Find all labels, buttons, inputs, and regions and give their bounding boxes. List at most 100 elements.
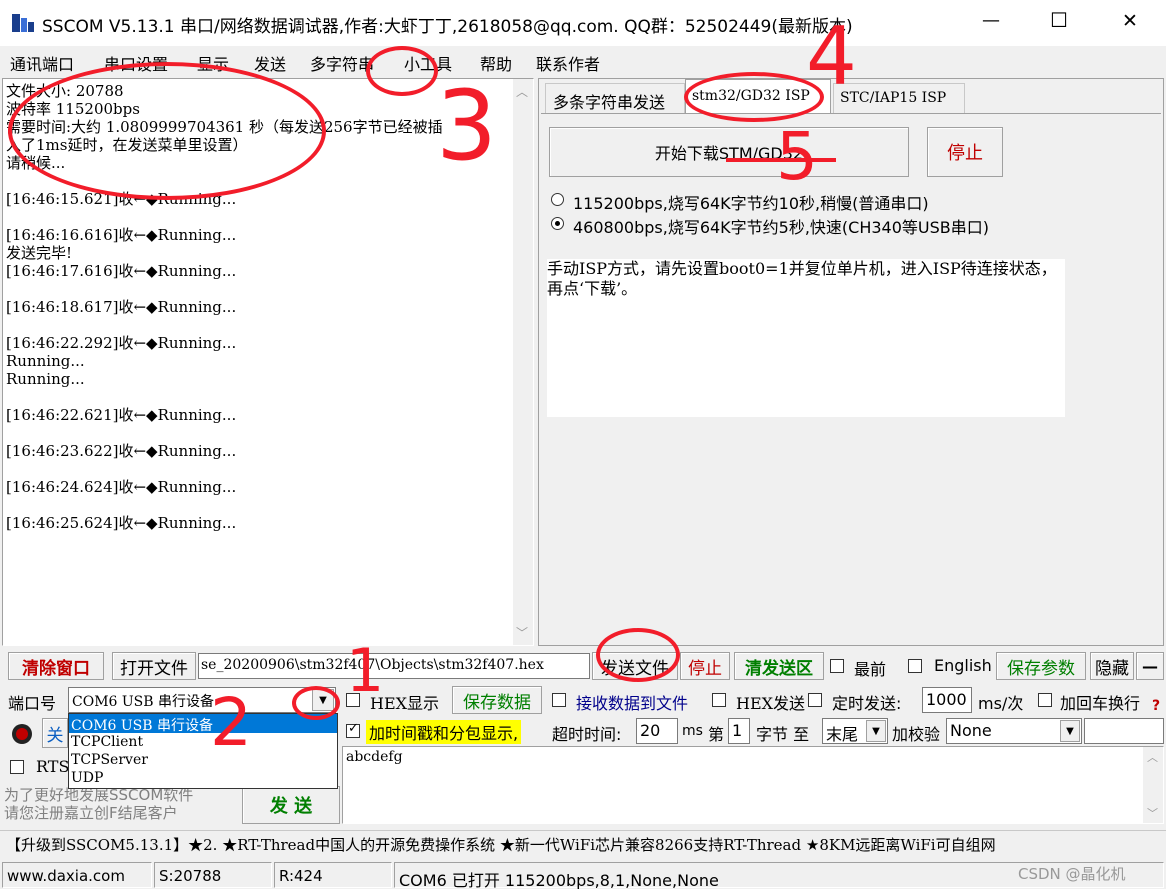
end-select[interactable]: 末尾 ▼ <box>822 718 888 744</box>
save-params-button[interactable]: 保存参数 <box>996 652 1086 680</box>
receive-line: [16:46:22.621]收←◆Running... <box>6 406 237 424</box>
scroll-down-icon[interactable]: ﹀ <box>1147 805 1158 821</box>
menu-item-send[interactable]: 发送 <box>254 51 286 75</box>
title-bar: SSCOM V5.13.1 串口/网络数据调试器,作者:大虾丁丁,2618058… <box>0 0 1166 46</box>
receive-pane[interactable]: 文件大小: 20788 波特率 115200bps 需要时间:大约 1.080999… <box>2 78 534 646</box>
hex-send-label: HEX发送 <box>736 694 806 713</box>
close-port-button[interactable]: 关 <box>42 718 68 748</box>
receive-line: 发送完毕! <box>6 244 73 262</box>
receive-line <box>6 424 506 442</box>
right-panel: 多条字符串发送 stm32/GD32 ISP STC/IAP15 ISP 开始下… <box>538 78 1164 646</box>
ticker-bar: 【升级到SSCOM5.13.1】★2. ★RT-Thread中国人的开源免费操作… <box>0 830 1166 856</box>
menu-item-tools[interactable]: 小工具 <box>404 51 452 75</box>
status-sent: S:20788 <box>154 862 272 888</box>
isp-stop-button[interactable]: 停止 <box>927 127 1003 177</box>
dropdown-option-com6[interactable]: COM6 USB 串行设备 <box>69 714 337 734</box>
checksum-extra-input[interactable] <box>1084 718 1164 744</box>
byte-label-b: 字节 至 <box>756 725 810 744</box>
receive-line <box>6 208 506 226</box>
english-label: English <box>934 656 992 675</box>
send-scrollbar[interactable]: ︿ ﹀ <box>1143 747 1163 823</box>
hex-display-checkbox[interactable] <box>346 693 360 707</box>
chevron-down-icon[interactable]: ▼ <box>1060 720 1080 742</box>
timed-send-checkbox[interactable] <box>808 693 822 707</box>
port-dropdown-list: COM6 USB 串行设备 TCPClient TCPServer UDP <box>68 713 338 789</box>
dropdown-option-udp[interactable]: UDP <box>69 769 337 787</box>
topmost-label: 最前 <box>854 660 887 679</box>
menu-bar: 通讯端口 串口设置 显示 发送 多字符串 小工具 帮助 联系作者 <box>0 46 1166 76</box>
menu-item-contact[interactable]: 联系作者 <box>536 51 600 75</box>
timestamp-checkbox[interactable] <box>346 721 360 738</box>
help-icon[interactable]: ? <box>1152 698 1160 714</box>
recv-to-file-checkbox[interactable] <box>552 693 566 707</box>
send-textarea[interactable]: abcdefg ︿ ﹀ <box>342 746 1164 824</box>
hex-send-checkbox[interactable] <box>712 693 726 707</box>
radio-circle-selected[interactable] <box>551 217 564 230</box>
menu-item-display[interactable]: 显示 <box>197 51 229 75</box>
clear-window-button[interactable]: 清除窗口 <box>8 652 104 680</box>
add-crlf-checkbox[interactable] <box>1038 693 1052 707</box>
save-data-button[interactable]: 保存数据 <box>452 686 542 714</box>
port-select[interactable]: COM6 USB 串行设备 ▼ <box>68 687 336 713</box>
topmost-checkbox[interactable] <box>830 659 844 673</box>
minimize-icon[interactable]: — <box>982 10 1000 31</box>
menu-item-multi-string[interactable]: 多字符串 <box>310 51 374 75</box>
toolbar-stop-button[interactable]: 停止 <box>680 652 730 680</box>
send-file-button[interactable]: 发送文件 <box>592 652 678 680</box>
receive-line: [16:46:18.617]收←◆Running... <box>6 298 237 316</box>
receive-line <box>6 280 506 298</box>
receive-line: 入了1ms延时，在发送菜单里设置） <box>6 136 248 154</box>
isp-hint: 手动ISP方式，请先设置boot0=1并复位单片机，进入ISP待连接状态，再点‘… <box>547 259 1065 417</box>
timestamp-label: 加时间戳和分包显示, <box>366 720 522 744</box>
tab-multi-string[interactable]: 多条字符串发送 <box>545 83 685 113</box>
ticker-text[interactable]: 【升级到SSCOM5.13.1】★2. ★RT-Thread中国人的开源免费操作… <box>6 834 996 855</box>
hide-button[interactable]: 隐藏 <box>1090 652 1134 680</box>
menu-item-help[interactable]: 帮助 <box>480 51 512 75</box>
radio-circle[interactable] <box>551 193 564 206</box>
checksum-select[interactable]: None ▼ <box>946 718 1082 744</box>
receive-line: Running... <box>6 352 85 370</box>
receive-line <box>6 316 506 334</box>
receive-line: [16:46:16.616]收←◆Running... <box>6 226 237 244</box>
receive-line <box>6 460 506 478</box>
app-icon <box>12 12 34 34</box>
scroll-up-icon[interactable]: ︿ <box>516 83 528 100</box>
menu-item-serial-settings[interactable]: 串口设置 <box>104 51 168 75</box>
port-row: 端口号 COM6 USB 串行设备 ▼ HEX显示 保存数据 接收数据到文件 H… <box>0 684 1166 716</box>
byte-index-input[interactable]: 1 <box>728 718 750 744</box>
promo-text: 为了更好地发展SSCOM软件 请您注册嘉立创F结尾客户 <box>4 786 194 822</box>
status-received: R:424 <box>274 862 392 888</box>
english-checkbox[interactable] <box>908 659 922 673</box>
scroll-down-icon[interactable]: ﹀ <box>516 624 528 641</box>
timeout-input[interactable]: 20 <box>636 718 678 744</box>
send-button[interactable]: 发 送 <box>242 786 340 824</box>
tab-stc-isp[interactable]: STC/IAP15 ISP <box>833 83 965 113</box>
maximize-icon[interactable]: ☐ <box>1050 8 1068 32</box>
checksum-label: 加校验 <box>892 725 941 744</box>
file-path-input[interactable]: se_20200906\stm32f407\Objects\stm32f407.… <box>198 653 590 679</box>
chevron-down-icon[interactable]: ▼ <box>866 720 886 742</box>
receive-scrollbar[interactable]: ︿ ﹀ <box>513 79 533 645</box>
receive-line <box>6 172 506 190</box>
open-file-button[interactable]: 打开文件 <box>112 652 196 680</box>
window-title: SSCOM V5.13.1 串口/网络数据调试器,作者:大虾丁丁,2618058… <box>42 17 853 37</box>
receive-line <box>6 496 506 514</box>
clear-send-button[interactable]: 清发送区 <box>734 652 824 680</box>
chevron-down-icon[interactable]: ▼ <box>312 689 334 711</box>
receive-line: [16:46:24.624]收←◆Running... <box>6 478 237 496</box>
status-bar: www.daxia.com S:20788 R:424 COM6 已打开 115… <box>0 860 1166 889</box>
interval-input[interactable]: 1000 <box>922 687 972 713</box>
receive-line: 需要时间:大约 1.0809999704361 秒（每发送256字节已经被插 <box>6 118 443 136</box>
tab-stm32-isp[interactable]: stm32/GD32 ISP <box>685 79 831 113</box>
start-download-button[interactable]: 开始下载STM/GD32 <box>549 127 909 177</box>
menu-item-port[interactable]: 通讯端口 <box>10 51 74 75</box>
status-website[interactable]: www.daxia.com <box>2 862 152 888</box>
dropdown-option-tcpserver[interactable]: TCPServer <box>69 751 337 769</box>
close-icon[interactable]: ✕ <box>1122 10 1138 32</box>
add-crlf-label: 加回车换行 <box>1060 694 1141 713</box>
rts-checkbox[interactable] <box>10 760 24 774</box>
dropdown-option-tcpclient[interactable]: TCPClient <box>69 733 337 751</box>
scroll-up-icon[interactable]: ︿ <box>1147 749 1158 765</box>
collapse-button[interactable]: — <box>1136 652 1164 680</box>
record-icon[interactable] <box>12 724 32 744</box>
